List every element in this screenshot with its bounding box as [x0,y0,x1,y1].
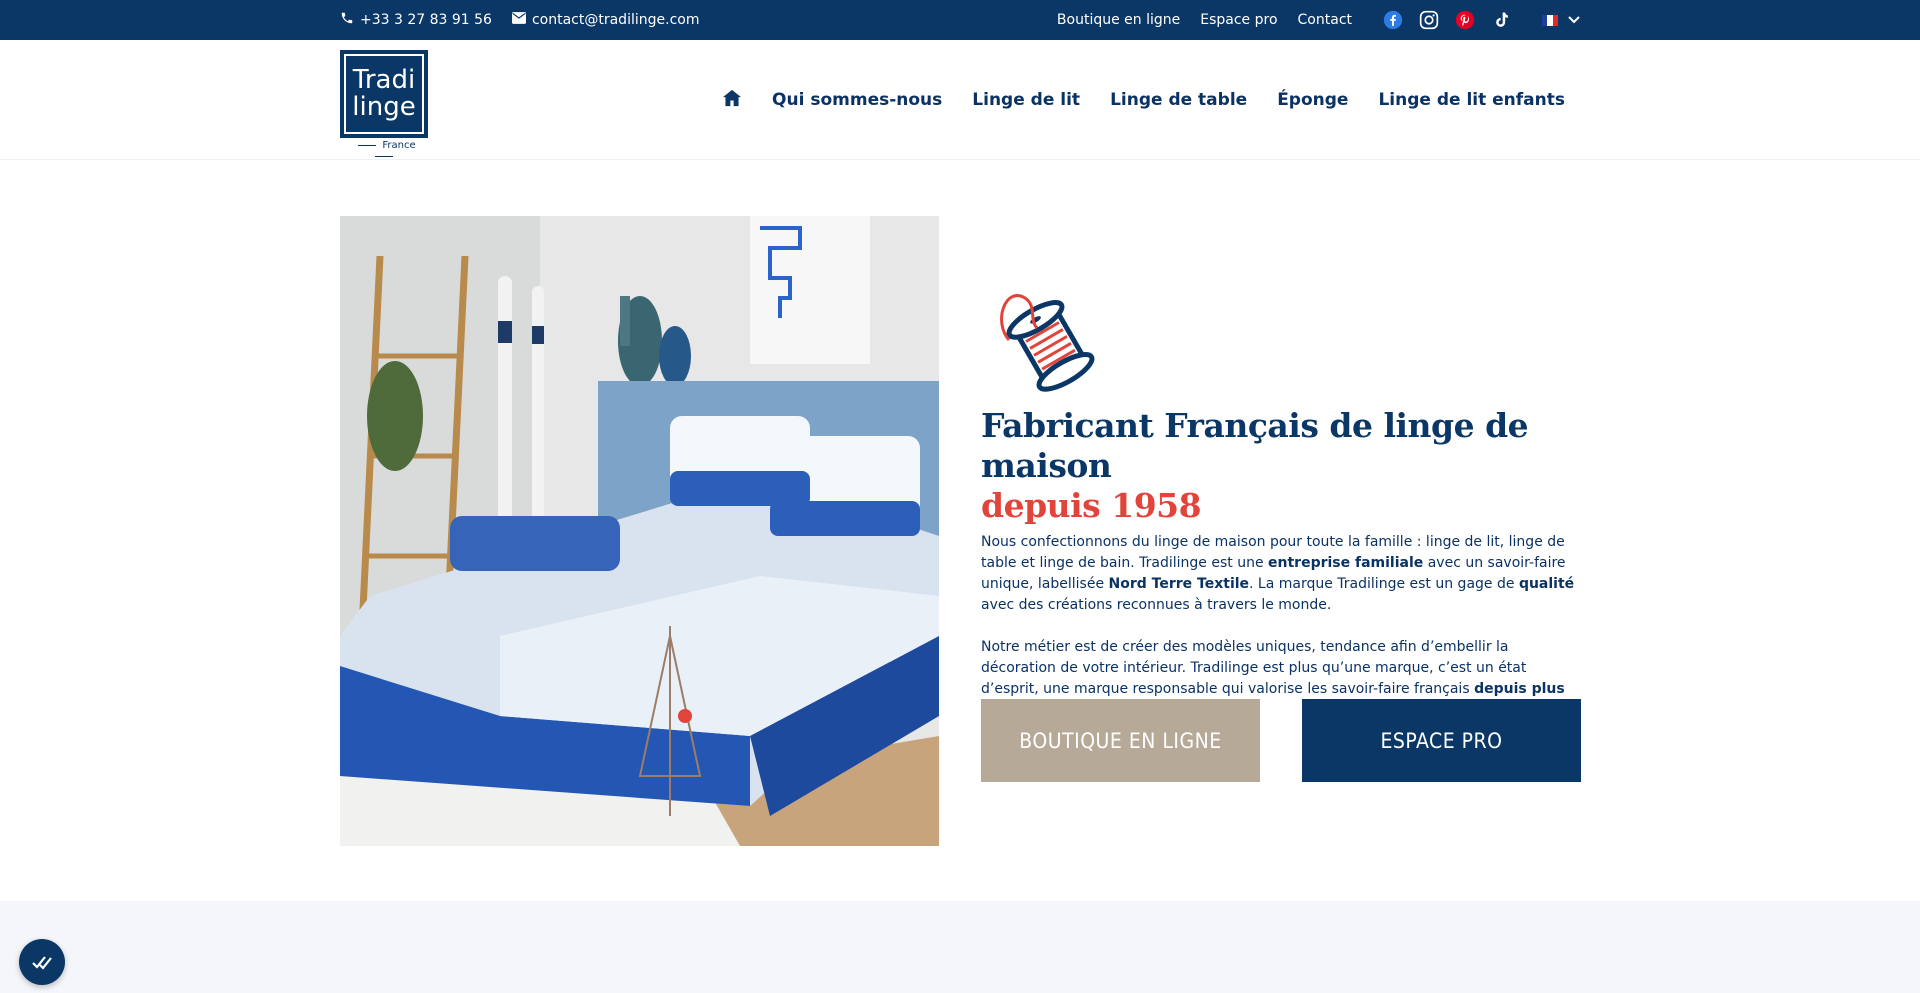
logo-line1: Tradi [352,64,416,95]
p1-text-e: . La marque Tradilinge est un gage de [1249,576,1519,592]
instagram-icon[interactable] [1418,9,1440,31]
p1-bold-label: Nord Terre Textile [1108,576,1250,592]
top-bar: +33 3 27 83 91 56 contact@tradilinge.com… [0,0,1920,40]
cookie-consent-icon[interactable] [19,939,65,985]
page-title: Fabricant Français de linge de maison de… [981,406,1581,526]
p1-bold-qualite: qualité [1518,576,1575,592]
nav-item-linge-de-table[interactable]: Linge de table [1110,90,1247,110]
nav-item-linge-de-lit-enfants[interactable]: Linge de lit enfants [1378,90,1565,110]
nav-item-linge-de-lit[interactable]: Linge de lit [972,90,1080,110]
tiktok-icon[interactable] [1490,9,1512,31]
contact-info: +33 3 27 83 91 56 contact@tradilinge.com [340,0,699,40]
logo-line2: linge [352,92,416,122]
pinterest-icon[interactable] [1454,9,1476,31]
intro-paragraph-1: Nous confectionnons du linge de maison p… [981,532,1581,616]
next-section-band [0,901,1920,993]
espace-pro-button[interactable]: Espace pro [1302,699,1581,782]
cta-buttons: Boutique en ligne Espace pro [981,699,1581,782]
email-link[interactable]: contact@tradilinge.com [511,12,700,28]
logo-country: France [340,140,428,162]
chevron-down-icon[interactable] [1568,13,1580,27]
france-flag-icon[interactable] [1542,14,1558,26]
site-header: Tradi linge France Qui sommes-nous Linge… [0,40,1920,160]
p1-text-g: avec des créations reconnues à travers l… [981,597,1332,613]
intro-section: Fabricant Français de linge de maison de… [981,280,1581,721]
home-icon[interactable] [722,89,742,112]
email-address: contact@tradilinge.com [531,12,700,28]
title-accent: depuis 1958 [981,486,1202,525]
phone-link[interactable]: +33 3 27 83 91 56 [340,11,492,29]
p1-bold-entreprise: entreprise familiale [1268,555,1424,571]
nav-item-eponge[interactable]: Éponge [1277,90,1348,110]
facebook-icon[interactable] [1382,9,1404,31]
nav-item-qui-sommes-nous[interactable]: Qui sommes-nous [772,90,942,110]
phone-icon [340,11,354,29]
envelope-icon [511,12,526,28]
title-line1: Fabricant Français de linge de maison [981,406,1529,485]
phone-number: +33 3 27 83 91 56 [360,12,492,28]
top-link-espace-pro[interactable]: Espace pro [1200,12,1277,28]
social-links [1382,9,1512,31]
main-nav: Qui sommes-nous Linge de lit Linge de ta… [722,40,1565,160]
thread-spool-icon [985,280,1105,400]
logo-box: Tradi linge [340,50,428,138]
bedroom-photo [340,216,939,846]
top-link-boutique[interactable]: Boutique en ligne [1057,12,1180,28]
top-link-contact[interactable]: Contact [1298,12,1352,28]
boutique-en-ligne-button[interactable]: Boutique en ligne [981,699,1260,782]
p2-text-a: Notre métier est de créer des modèles un… [981,639,1527,697]
site-logo[interactable]: Tradi linge France [340,50,428,152]
top-links: Boutique en ligne Espace pro Contact [1037,0,1580,40]
